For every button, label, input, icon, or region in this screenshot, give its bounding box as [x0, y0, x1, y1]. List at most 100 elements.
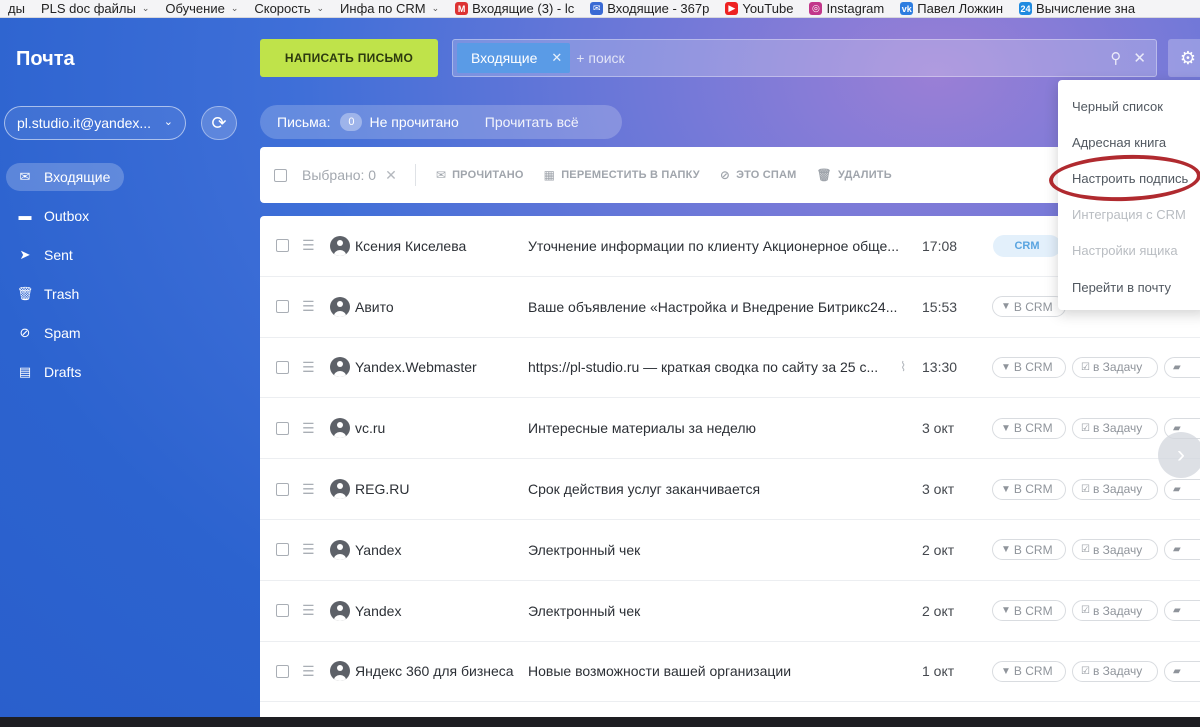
message-subject[interactable]: Интересные материалы за неделю — [528, 420, 910, 436]
message-subject[interactable]: Уточнение информации по клиенту Акционер… — [528, 238, 910, 254]
row-checkbox[interactable] — [276, 360, 289, 374]
bookmark-item[interactable]: Скорость ⌄ — [246, 0, 332, 17]
toolbar-action-read[interactable]: ✉ ПРОЧИТАНО — [436, 168, 524, 182]
chat-icon: ▰ — [1173, 361, 1181, 373]
to-crm-button[interactable]: ▼ В CRM — [992, 600, 1066, 622]
compose-button[interactable]: НАПИСАТЬ ПИСЬМО — [260, 39, 438, 77]
message-row[interactable]: ☰ vc.ru Интересные материалы за неделю 3 ок… — [260, 398, 1200, 460]
to-task-button[interactable]: ☑ в Задачу — [1072, 417, 1158, 439]
drag-handle-icon[interactable]: ☰ — [302, 663, 315, 680]
read-all-link[interactable]: Прочитать всё — [485, 114, 579, 130]
toolbar-action-spam[interactable]: ⊘ ЭТО СПАМ — [720, 168, 797, 182]
message-time: 3 окт — [922, 481, 955, 498]
bookmark-item[interactable]: Обучение ⌄ — [157, 0, 246, 17]
divider — [414, 164, 416, 186]
sidebar-item-sent[interactable]: ➤ Sent — [4, 235, 244, 274]
chat-icon: ▰ — [1173, 605, 1181, 617]
bookmark-item[interactable]: ✉ Входящие - 367р — [582, 0, 717, 17]
toolbar-action-move-folder[interactable]: ▦ ПЕРЕМЕСТИТЬ В ПАПКУ — [544, 168, 700, 182]
bookmark-label: YouTube — [742, 1, 794, 16]
select-all-checkbox[interactable] — [274, 168, 287, 182]
row-checkbox[interactable] — [276, 482, 289, 496]
avatar-body — [334, 675, 346, 682]
read-icon: ✉ — [435, 168, 447, 182]
message-subject[interactable]: Срок действия услуг заканчивается — [528, 481, 910, 497]
clear-search-icon[interactable]: ✕ — [1133, 49, 1146, 67]
drag-handle-icon[interactable]: ☰ — [302, 481, 315, 498]
message-subject[interactable]: Ваше объявление «Настройка и Внедрение Б… — [528, 299, 910, 315]
to-crm-label: В CRM — [1013, 482, 1053, 497]
row-checkbox[interactable] — [276, 604, 289, 618]
sidebar-item-trash[interactable]: 🗑 Trash — [4, 274, 244, 313]
to-task-button[interactable]: ☑ в Задачу — [1072, 600, 1158, 622]
drag-handle-icon[interactable]: ☰ — [302, 602, 315, 619]
chat-button[interactable]: ▰ — [1164, 660, 1200, 682]
bookmark-item[interactable]: ◎ Instagram — [801, 0, 892, 17]
drag-handle-icon[interactable]: ☰ — [302, 237, 315, 254]
settings-menu-item[interactable]: Перейти в почту — [1058, 269, 1200, 305]
row-checkbox[interactable] — [276, 239, 289, 253]
to-crm-button[interactable]: ▼ В CRM — [992, 296, 1066, 318]
to-task-button[interactable]: ☑ в Задачу — [1072, 660, 1158, 682]
to-crm-button[interactable]: ▼ В CRM — [992, 356, 1066, 378]
bookmark-item[interactable]: PLS doc файлы ⌄ — [33, 0, 157, 17]
message-subject[interactable]: https://pl-studio.ru — краткая сводка по… — [528, 359, 910, 375]
drag-handle-icon[interactable]: ☰ — [302, 298, 315, 315]
message-subject[interactable]: Электронный чек — [528, 542, 910, 558]
sidebar-item-drafts[interactable]: ▤ Drafts — [4, 352, 244, 391]
bookmark-item[interactable]: vk Павел Ложкин — [892, 0, 1011, 17]
sidebar-item-spam[interactable]: ⊘ Spam — [4, 313, 244, 352]
unread-filter-link[interactable]: Не прочитано — [369, 114, 458, 130]
row-checkbox[interactable] — [276, 543, 289, 557]
clear-selection-icon[interactable]: ✕ — [385, 167, 397, 184]
sidebar-item-outbox[interactable]: ▬ Outbox — [4, 196, 244, 235]
to-crm-button[interactable]: ▼ В CRM — [992, 417, 1066, 439]
message-row[interactable]: ☰ Yandex Электронный чек 2 окт ▼ В CRM ☑ в Зада… — [260, 520, 1200, 581]
to-task-button[interactable]: ☑ в Задачу — [1072, 356, 1158, 378]
refresh-button[interactable]: ⟳ — [201, 106, 237, 140]
account-selector[interactable]: pl.studio.it@yandex... ⌄ — [4, 106, 186, 140]
to-crm-button[interactable]: ▼ В CRM — [992, 660, 1066, 682]
toolbar-action-trash[interactable]: 🗑 УДАЛИТЬ — [817, 168, 892, 182]
message-row[interactable]: ☰ Yandex.Webmaster https://pl-studio.ru — … — [260, 338, 1200, 399]
settings-menu-item[interactable]: Черный список — [1058, 88, 1200, 124]
search-input[interactable]: + поиск — [576, 50, 624, 66]
to-task-button[interactable]: ☑ в Задачу — [1072, 539, 1158, 561]
chat-button[interactable]: ▰ — [1164, 600, 1200, 622]
to-crm-button[interactable]: ▼ В CRM — [992, 539, 1066, 561]
settings-gear-button[interactable]: ⚙ — [1168, 39, 1200, 77]
search-bar[interactable]: Входящие ✕ + поиск ⚲ ✕ — [452, 39, 1157, 77]
row-checkbox[interactable] — [276, 421, 289, 435]
folder-filter-chip[interactable]: Входящие ✕ — [457, 43, 571, 73]
sidebar-item-inbox[interactable]: ✉ Входящие — [4, 157, 244, 196]
chat-icon: ▰ — [1173, 483, 1181, 495]
bookmark-item[interactable]: 24 Вычисление зна — [1011, 0, 1143, 17]
filter-icon: ▼ — [1001, 665, 1011, 677]
drag-handle-icon[interactable]: ☰ — [302, 420, 315, 437]
message-row[interactable]: ☰ REG.RU Срок действия услуг заканчивается… — [260, 459, 1200, 520]
chat-button[interactable]: ▰ — [1164, 356, 1200, 378]
bookmark-item[interactable]: Инфа по CRM ⌄ — [332, 0, 447, 17]
search-icon[interactable]: ⚲ — [1110, 49, 1121, 67]
bookmark-item[interactable]: M Входящие (3) - lc — [447, 0, 582, 17]
to-crm-button[interactable]: ▼ В CRM — [992, 478, 1066, 500]
drag-handle-icon[interactable]: ☰ — [302, 541, 315, 558]
message-subject[interactable]: Новые возможности вашей организации — [528, 663, 910, 679]
bookmark-item[interactable]: ▶ YouTube — [717, 0, 801, 17]
message-row[interactable]: ☰ Yandex Электронный чек 2 окт ▼ В CRM ☑ в Зада… — [260, 581, 1200, 642]
message-time: 15:53 — [922, 298, 958, 315]
bookmark-item[interactable]: ды — [0, 0, 33, 17]
chat-button[interactable]: ▰ — [1164, 478, 1200, 500]
message-row[interactable]: ☰ Яндекс 360 для бизнеса Новые возможности… — [260, 642, 1200, 703]
row-checkbox[interactable] — [276, 664, 289, 678]
close-icon[interactable]: ✕ — [551, 50, 562, 66]
sender-name: Yandex — [355, 541, 402, 558]
to-task-button[interactable]: ☑ в Задачу — [1072, 478, 1158, 500]
filter-icon: ▼ — [1001, 361, 1011, 373]
drag-handle-icon[interactable]: ☰ — [302, 359, 315, 376]
row-checkbox[interactable] — [276, 300, 289, 314]
chat-button[interactable]: ▰ — [1164, 539, 1200, 561]
next-arrow-button[interactable]: › — [1158, 432, 1200, 478]
message-subject[interactable]: Электронный чек — [528, 603, 910, 619]
avatar-head — [337, 239, 343, 246]
